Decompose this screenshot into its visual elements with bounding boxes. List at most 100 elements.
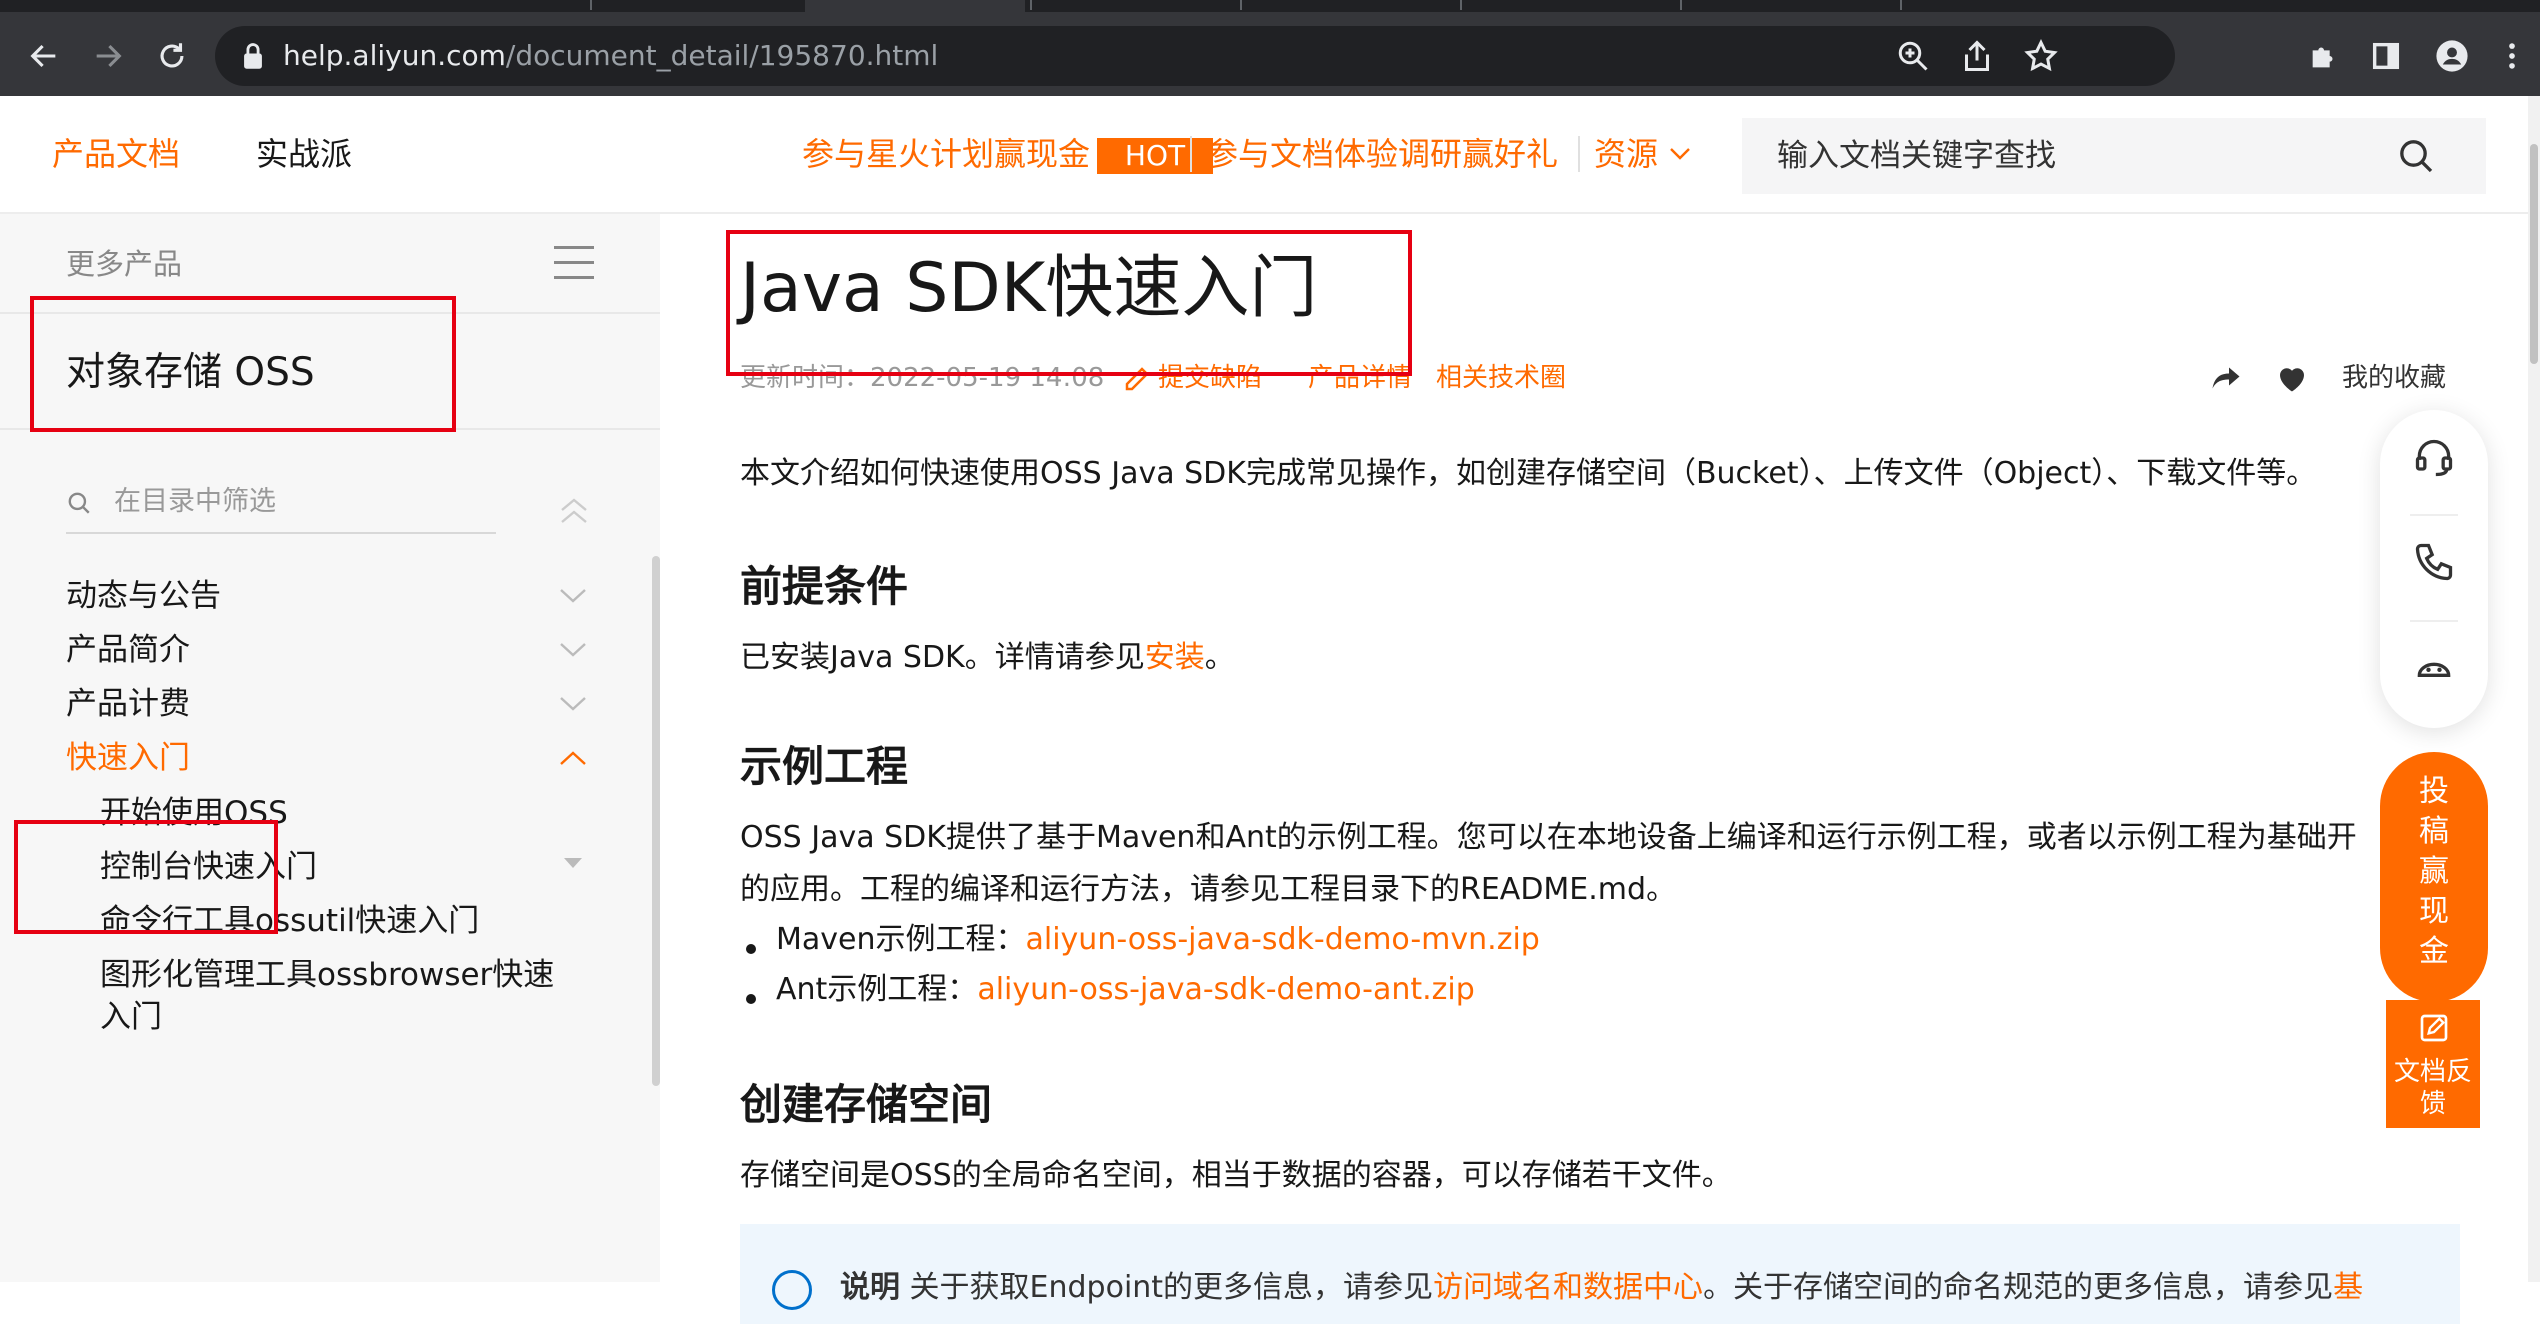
- extensions-button[interactable]: [2302, 34, 2346, 78]
- contribute-button[interactable]: 投稿赢现金: [2380, 752, 2488, 1002]
- menu-item-billing[interactable]: 产品计费: [66, 684, 190, 724]
- caret-down-icon[interactable]: [558, 852, 588, 872]
- note-callout: 说明 关于获取Endpoint的更多信息，请参见访问域名和数据中心。关于存储空间…: [740, 1224, 2460, 1324]
- bookmark-star-icon[interactable]: [2023, 38, 2059, 74]
- reload-icon: [160, 43, 184, 68]
- edit-icon: [2420, 1014, 2448, 1042]
- url-text: help.aliyun.com/document_detail/195870.h…: [283, 38, 938, 74]
- chevron-up-icon[interactable]: [558, 748, 588, 768]
- maven-sample-item: Maven示例工程：aliyun-oss-java-sdk-demo-mvn.z…: [776, 920, 1540, 960]
- hamburger-icon[interactable]: [554, 246, 594, 280]
- browser-toolbar: help.aliyun.com/document_detail/195870.h…: [0, 12, 2540, 96]
- nav-practice[interactable]: 实战派: [256, 134, 352, 174]
- zoom-icon[interactable]: [1895, 38, 1931, 74]
- search-placeholder: 输入文档关键字查找: [1777, 138, 2056, 174]
- chevron-down-icon: [1670, 148, 1690, 160]
- url-path: /document_detail/195870.html: [505, 39, 939, 72]
- scrollbar-thumb[interactable]: [2530, 144, 2538, 364]
- heading-prerequisites: 前提条件: [740, 562, 909, 611]
- divider: [2410, 620, 2458, 622]
- tech-circle-link[interactable]: 相关技术圈: [1436, 360, 1566, 396]
- feedback-label: 文档反馈: [2393, 1057, 2472, 1119]
- side-panel-icon: [2372, 42, 2400, 70]
- prereq-text: 已安装Java SDK。详情请参见: [740, 640, 1145, 675]
- tab-separator: [1460, 0, 1462, 10]
- tab-separator: [1680, 0, 1682, 10]
- heart-icon[interactable]: [2274, 360, 2310, 396]
- chevron-down-icon[interactable]: [558, 640, 588, 660]
- collapse-all-icon[interactable]: [558, 496, 590, 526]
- heading-create-bucket: 创建存储空间: [740, 1080, 993, 1129]
- bullet-dot: [746, 944, 756, 954]
- resources-menu[interactable]: 资源: [1594, 134, 1658, 174]
- info-icon: [772, 1270, 812, 1310]
- browser-tab-strip: [0, 0, 2540, 12]
- page-scrollbar[interactable]: [2528, 96, 2540, 1282]
- forward-button[interactable]: [86, 34, 130, 78]
- prereq-end: 。: [1204, 640, 1235, 675]
- reload-button[interactable]: [150, 34, 194, 78]
- prereq-paragraph: 已安装Java SDK。详情请参见安装。: [740, 638, 1235, 678]
- chevron-down-icon[interactable]: [558, 694, 588, 714]
- promo-spark-plan[interactable]: 参与星火计划赢现金: [802, 134, 1090, 174]
- chatbot-icon[interactable]: [2412, 646, 2456, 690]
- promo-survey[interactable]: 参与文档体验调研赢好礼: [1206, 134, 1558, 174]
- contribute-label: 投稿赢现金: [2419, 774, 2449, 969]
- avatar-icon: [2436, 40, 2468, 72]
- arrow-left-icon: [30, 44, 56, 68]
- share-icon[interactable]: [1959, 38, 1995, 74]
- tab-separator: [1030, 0, 1032, 10]
- ant-download-link[interactable]: aliyun-oss-java-sdk-demo-ant.zip: [977, 972, 1475, 1007]
- chevron-down-icon[interactable]: [558, 586, 588, 606]
- menu-item-announcements[interactable]: 动态与公告: [66, 576, 221, 616]
- sub-item-ossbrowser[interactable]: 图形化管理工具ossbrowser快速入门: [100, 954, 560, 1038]
- annotation-box-product: [30, 296, 456, 432]
- search-icon[interactable]: [2396, 136, 2436, 176]
- nav-product-docs[interactable]: 产品文档: [52, 134, 180, 174]
- my-favorites-link[interactable]: 我的收藏: [2342, 360, 2446, 396]
- more-products-label[interactable]: 更多产品: [66, 244, 182, 284]
- headset-icon[interactable]: [2412, 436, 2456, 480]
- header-divider: [1190, 136, 1192, 172]
- header-divider: [1578, 136, 1580, 172]
- naming-link[interactable]: 基: [2333, 1270, 2363, 1305]
- maven-download-link[interactable]: aliyun-oss-java-sdk-demo-mvn.zip: [1026, 922, 1540, 957]
- endpoint-link[interactable]: 访问域名和数据中心: [1433, 1270, 1703, 1305]
- doc-search-input[interactable]: 输入文档关键字查找: [1742, 118, 2486, 194]
- tab-separator: [1900, 0, 1902, 10]
- share-icon[interactable]: [2208, 360, 2244, 396]
- toc-filter-input[interactable]: 在目录中筛选: [66, 480, 496, 534]
- browser-menu-button[interactable]: [2490, 34, 2534, 78]
- tab-separator: [590, 0, 592, 10]
- address-bar[interactable]: help.aliyun.com/document_detail/195870.h…: [215, 26, 2175, 86]
- phone-icon[interactable]: [2412, 540, 2456, 584]
- back-button[interactable]: [22, 34, 66, 78]
- filter-placeholder: 在目录中筛选: [114, 486, 276, 517]
- note-body-2: 。关于存储空间的命名规范的更多信息，请参见: [1703, 1270, 2334, 1305]
- profile-button[interactable]: [2430, 34, 2474, 78]
- doc-feedback-button[interactable]: 文档反馈: [2386, 1000, 2480, 1128]
- menu-item-quick-start[interactable]: 快速入门: [66, 738, 190, 778]
- sample-paragraph-line1: OSS Java SDK提供了基于Maven和Ant的示例工程。您可以在本地设备…: [740, 820, 2357, 855]
- bullet-dot: [746, 994, 756, 1004]
- hot-badge: HOT: [1097, 138, 1213, 174]
- side-panel-button[interactable]: [2364, 34, 2408, 78]
- lock-icon: [244, 43, 262, 69]
- annotation-box-quick-start: [14, 820, 278, 934]
- sidebar-scrollbar[interactable]: [652, 556, 660, 1086]
- more-vertical-icon: [2509, 43, 2515, 69]
- annotation-box-title: [726, 230, 1412, 376]
- heading-sample-project: 示例工程: [740, 742, 909, 791]
- search-icon: [68, 492, 90, 514]
- intro-paragraph: 本文介绍如何快速使用OSS Java SDK完成常见操作，如创建存储空间（Buc…: [740, 456, 2317, 491]
- note-text: 说明 关于获取Endpoint的更多信息，请参见访问域名和数据中心。关于存储空间…: [840, 1268, 2363, 1308]
- maven-label: Maven示例工程：: [776, 922, 1026, 957]
- note-body: 关于获取Endpoint的更多信息，请参见: [900, 1270, 1434, 1305]
- menu-item-product-intro[interactable]: 产品简介: [66, 630, 190, 670]
- install-link[interactable]: 安装: [1145, 640, 1205, 675]
- bucket-paragraph: 存储空间是OSS的全局命名空间，相当于数据的容器，可以存储若干文件。: [740, 1158, 1732, 1193]
- arrow-right-icon: [96, 44, 122, 68]
- ant-sample-item: Ant示例工程：aliyun-oss-java-sdk-demo-ant.zip: [776, 970, 1475, 1010]
- tab-separator: [1240, 0, 1242, 10]
- active-tab[interactable]: [805, 0, 1025, 12]
